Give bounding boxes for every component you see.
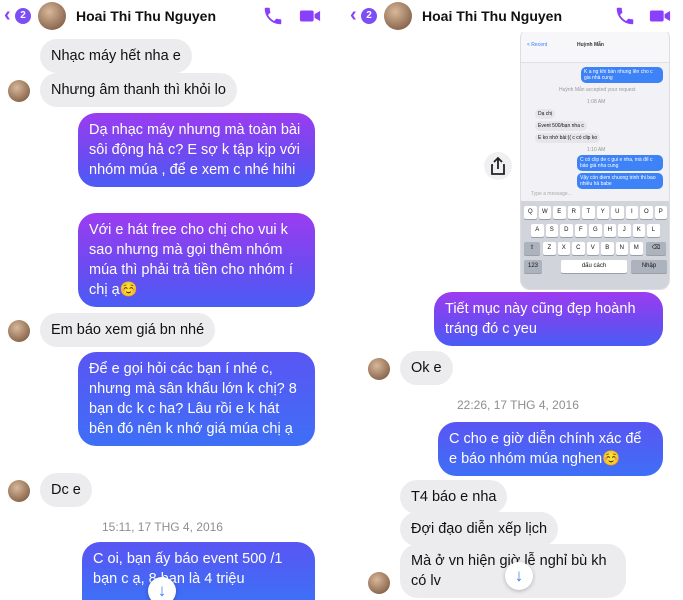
screenshot-bubble: K a ng khi bán nhung lên cho c gia nhà c… bbox=[581, 67, 663, 83]
message-bubble-incoming[interactable]: Nhưng âm thanh thì khỏi lo bbox=[40, 73, 237, 107]
chat-header: ‹ 2 Hoai Thi Thu Nguyen bbox=[0, 0, 337, 32]
screenshot-bubble: Dạ chị bbox=[535, 109, 556, 119]
phone-icon[interactable] bbox=[614, 5, 636, 27]
keyboard-key: C bbox=[572, 242, 585, 255]
keyboard-key: K bbox=[632, 224, 646, 237]
keyboard-key: F bbox=[574, 224, 588, 237]
message-bubble-outgoing[interactable]: Tiết mục này cũng đẹp hoành tráng đó c y… bbox=[434, 292, 663, 346]
message-bubble-incoming[interactable]: T4 báo e nha bbox=[400, 480, 508, 514]
keyboard-key: R bbox=[567, 206, 581, 219]
screenshot-time: 1:10 AM bbox=[587, 147, 606, 153]
video-call-icon[interactable] bbox=[648, 5, 672, 27]
message-bubble-outgoing[interactable]: C cho e giờ diễn chính xác để e báo nhóm… bbox=[438, 422, 663, 476]
keyboard-key: dấu cách bbox=[561, 260, 627, 273]
message-bubble-incoming[interactable]: Em báo xem giá bn nhé bbox=[40, 313, 216, 347]
keyboard-key: H bbox=[603, 224, 617, 237]
back-button[interactable]: ‹ 2 bbox=[350, 4, 380, 26]
keyboard-key: V bbox=[586, 242, 600, 255]
keyboard-key: B bbox=[601, 242, 614, 255]
unread-badge: 2 bbox=[15, 8, 31, 24]
message-bubble-outgoing[interactable]: Với e hát free cho chị cho vui k sao như… bbox=[78, 213, 315, 307]
chat-header: ‹ 2 Hoai Thi Thu Nguyen bbox=[346, 0, 683, 32]
keyboard-key: O bbox=[640, 206, 653, 219]
phone-icon[interactable] bbox=[262, 5, 284, 27]
contact-name[interactable]: Hoai Thi Thu Nguyen bbox=[422, 8, 562, 24]
timestamp: 15:11, 17 THG 4, 2016 bbox=[102, 520, 223, 534]
screenshot-top-bar: < Recent Huỳnh Mẫn bbox=[521, 29, 669, 63]
screenshot-contact-name: Huỳnh Mẫn bbox=[577, 42, 604, 48]
message-bubble-outgoing[interactable]: Dạ nhạc máy nhưng mà toàn bài sôi động h… bbox=[78, 113, 315, 187]
keyboard-key: D bbox=[560, 224, 573, 237]
right-conversation-pane: ‹ 2 Hoai Thi Thu Nguyen < Recent Huỳnh M… bbox=[346, 0, 683, 600]
keyboard-key: P bbox=[654, 206, 668, 219]
screenshot-keyboard: Q W E R T Y U I O P A S D F G H J K L ⇧ Z X C V B N M ⌫ 123 dấu cách N… bbox=[521, 201, 669, 289]
keyboard-key: E bbox=[553, 206, 566, 219]
sender-avatar bbox=[368, 572, 390, 594]
keyboard-key: Z bbox=[543, 242, 556, 255]
screenshot-time: 1:08 AM bbox=[587, 99, 606, 105]
back-chevron-icon: ‹ bbox=[350, 4, 357, 26]
screenshot-input-placeholder: Type a message... bbox=[531, 191, 572, 197]
back-chevron-icon: ‹ bbox=[4, 4, 11, 26]
share-button[interactable] bbox=[484, 152, 512, 180]
timestamp: 22:26, 17 THG 4, 2016 bbox=[457, 398, 579, 412]
sender-avatar bbox=[8, 480, 30, 502]
scroll-down-arrow-icon[interactable]: ↓ bbox=[505, 562, 533, 590]
left-conversation-pane: ‹ 2 Hoai Thi Thu Nguyen Nhạc máy hết nha… bbox=[0, 0, 337, 600]
message-bubble-outgoing[interactable]: Để e gọi hỏi các bạn í nhé c, nhưng mà s… bbox=[78, 352, 315, 446]
keyboard-key: Y bbox=[596, 206, 610, 219]
keyboard-key: T bbox=[582, 206, 595, 219]
keyboard-key: S bbox=[545, 224, 559, 237]
keyboard-key: M bbox=[630, 242, 643, 255]
scroll-down-arrow-icon[interactable]: ↓ bbox=[148, 577, 176, 600]
keyboard-key: X bbox=[557, 242, 571, 255]
keyboard-key: Q bbox=[524, 206, 537, 219]
screenshot-bubble: C có clip de c gui e nha, mà để c báo gi… bbox=[577, 155, 663, 171]
keyboard-key: Nhập bbox=[631, 260, 667, 273]
keyboard-key: ⇧ bbox=[524, 242, 540, 255]
screenshot-bubble: Vậy còn diem chuong trinh thi bao nhiêu … bbox=[577, 173, 663, 189]
contact-avatar[interactable] bbox=[384, 2, 412, 30]
keyboard-key: L bbox=[647, 224, 660, 237]
share-icon bbox=[491, 156, 505, 175]
sender-avatar bbox=[8, 320, 30, 342]
keyboard-key: I bbox=[625, 206, 639, 219]
screenshot-bubble: E ko nhớ bài:(( c có clip ko bbox=[535, 133, 601, 143]
keyboard-key: W bbox=[538, 206, 552, 219]
message-bubble-incoming[interactable]: Đợi đạo diễn xếp lịch bbox=[400, 512, 559, 546]
image-message-screenshot[interactable]: < Recent Huỳnh Mẫn K a ng khi bán nhung … bbox=[520, 28, 670, 290]
message-bubble-incoming[interactable]: Nhạc máy hết nha e bbox=[40, 39, 192, 73]
message-bubble-incoming[interactable]: Dc e bbox=[40, 473, 92, 507]
keyboard-key: A bbox=[531, 224, 544, 237]
keyboard-key: ⌫ bbox=[646, 242, 666, 255]
contact-avatar[interactable] bbox=[38, 2, 66, 30]
unread-badge: 2 bbox=[361, 8, 377, 24]
message-bubble-incoming[interactable]: Ok e bbox=[400, 351, 453, 385]
keyboard-key: 123 bbox=[524, 260, 542, 273]
back-button[interactable]: ‹ 2 bbox=[4, 4, 34, 26]
screenshot-note: Huỳnh Mẫn accepted your request bbox=[559, 87, 636, 93]
contact-name[interactable]: Hoai Thi Thu Nguyen bbox=[76, 8, 216, 24]
message-bubble-outgoing[interactable]: C oi, bạn ấy báo event 500 /1 bạn c ạ, 8… bbox=[82, 542, 315, 600]
keyboard-key: N bbox=[615, 242, 629, 255]
screenshot-back-link: < Recent bbox=[527, 42, 548, 48]
sender-avatar bbox=[8, 80, 30, 102]
keyboard-key: J bbox=[618, 224, 631, 237]
keyboard-key: U bbox=[611, 206, 624, 219]
video-call-icon[interactable] bbox=[298, 5, 322, 27]
sender-avatar bbox=[368, 358, 390, 380]
screenshot-bubble: Event 500/bạn nha c bbox=[535, 121, 587, 131]
pane-divider bbox=[337, 0, 346, 600]
keyboard-key: G bbox=[589, 224, 602, 237]
